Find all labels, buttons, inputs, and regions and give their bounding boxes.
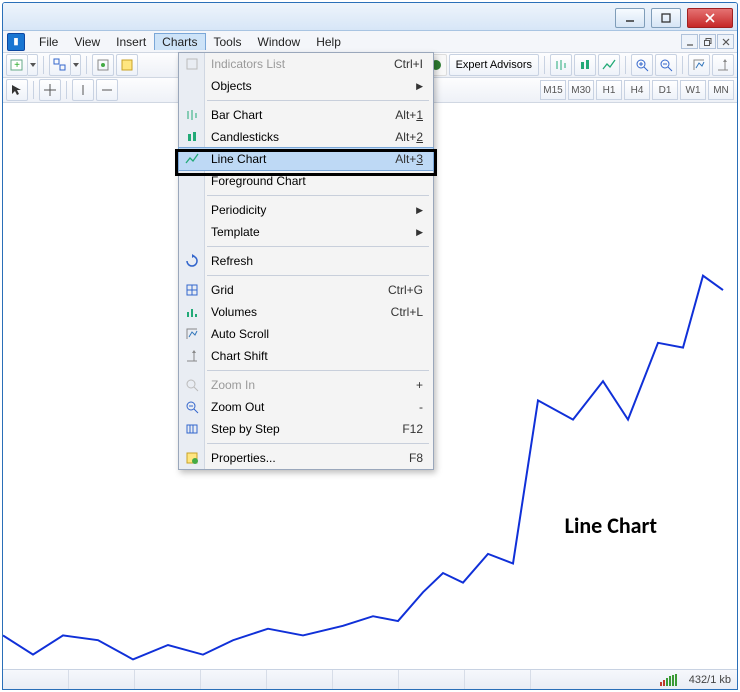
timeframe-h1[interactable]: H1 xyxy=(596,80,622,100)
mdi-close-button[interactable] xyxy=(717,34,734,49)
market-watch-button[interactable] xyxy=(92,54,114,76)
timeframe-w1[interactable]: W1 xyxy=(680,80,706,100)
menu-insert[interactable]: Insert xyxy=(108,33,154,51)
timeframe-h4[interactable]: H4 xyxy=(624,80,650,100)
zoom-out-icon xyxy=(183,398,201,416)
submenu-arrow-icon: ▶ xyxy=(416,205,423,216)
menu-line-chart[interactable]: Line Chart Alt+3 xyxy=(179,148,433,170)
menu-view[interactable]: View xyxy=(66,33,108,51)
navigator-button[interactable] xyxy=(116,54,138,76)
connection-bars-icon xyxy=(660,674,677,686)
volumes-icon xyxy=(183,303,201,321)
menu-volumes[interactable]: Volumes Ctrl+L xyxy=(179,301,433,323)
timeframe-mn[interactable]: MN xyxy=(708,80,734,100)
window-close-button[interactable] xyxy=(687,8,733,28)
svg-text:+: + xyxy=(14,60,20,71)
chart-annotation-label: Line Chart xyxy=(565,512,657,539)
bar-chart-icon xyxy=(183,106,201,124)
menu-step-by-step[interactable]: Step by Step F12 xyxy=(179,418,433,440)
profiles-dropdown[interactable] xyxy=(71,54,81,76)
menu-properties[interactable]: Properties... F8 xyxy=(179,447,433,469)
chart-shift-button[interactable] xyxy=(712,54,734,76)
menu-template[interactable]: Template ▶ xyxy=(179,221,433,243)
line-chart-icon xyxy=(183,150,201,168)
menu-foreground-chart[interactable]: Foreground Chart xyxy=(179,170,433,192)
timeframe-d1[interactable]: D1 xyxy=(652,80,678,100)
properties-icon xyxy=(183,449,201,467)
menubar: ▮ File View Insert Charts Tools Window H… xyxy=(3,31,737,53)
horizontal-line-button[interactable] xyxy=(96,79,118,101)
menu-indicators-list[interactable]: Indicators List Ctrl+I xyxy=(179,53,433,75)
menu-auto-scroll[interactable]: Auto Scroll xyxy=(179,323,433,345)
app-icon: ▮ xyxy=(7,33,25,51)
menu-periodicity[interactable]: Periodicity ▶ xyxy=(179,199,433,221)
menu-tools[interactable]: Tools xyxy=(206,33,250,51)
new-chart-button[interactable]: + xyxy=(6,54,28,76)
menu-chart-shift[interactable]: Chart Shift xyxy=(179,345,433,367)
submenu-arrow-icon: ▶ xyxy=(416,81,423,92)
menu-charts[interactable]: Charts xyxy=(154,33,205,50)
candlesticks-icon xyxy=(183,128,201,146)
mdi-minimize-button[interactable] xyxy=(681,34,698,49)
refresh-icon xyxy=(183,252,201,270)
new-chart-dropdown[interactable] xyxy=(28,54,38,76)
indicators-icon xyxy=(183,55,201,73)
menu-zoom-in[interactable]: Zoom In + xyxy=(179,374,433,396)
menu-window[interactable]: Window xyxy=(250,33,309,51)
menu-objects[interactable]: Objects ▶ xyxy=(179,75,433,97)
zoom-in-button[interactable] xyxy=(631,54,653,76)
mdi-restore-button[interactable] xyxy=(699,34,716,49)
menu-zoom-out[interactable]: Zoom Out - xyxy=(179,396,433,418)
charts-menu-dropdown: Indicators List Ctrl+I Objects ▶ Bar Cha… xyxy=(178,52,434,470)
expert-advisors-button[interactable]: Expert Advisors xyxy=(449,54,539,76)
auto-scroll-button[interactable] xyxy=(688,54,710,76)
cursor-tool-button[interactable] xyxy=(6,79,28,101)
status-kb: 432/1 kb xyxy=(689,674,731,686)
candle-chart-button[interactable] xyxy=(574,54,596,76)
timeframe-m15[interactable]: M15 xyxy=(540,80,566,100)
zoom-out-button[interactable] xyxy=(655,54,677,76)
menu-candlesticks[interactable]: Candlesticks Alt+2 xyxy=(179,126,433,148)
menu-file[interactable]: File xyxy=(31,33,66,51)
crosshair-tool-button[interactable] xyxy=(39,79,61,101)
titlebar xyxy=(3,3,737,31)
step-icon xyxy=(183,420,201,438)
vertical-line-button[interactable] xyxy=(72,79,94,101)
menu-help[interactable]: Help xyxy=(308,33,349,51)
chart-shift-icon xyxy=(183,347,201,365)
window-minimize-button[interactable] xyxy=(615,8,645,28)
expert-advisors-label: Expert Advisors xyxy=(456,59,532,71)
line-chart-button[interactable] xyxy=(598,54,620,76)
menu-grid[interactable]: Grid Ctrl+G xyxy=(179,279,433,301)
statusbar: 432/1 kb xyxy=(3,669,737,689)
window-maximize-button[interactable] xyxy=(651,8,681,28)
zoom-in-icon xyxy=(183,376,201,394)
menu-refresh[interactable]: Refresh xyxy=(179,250,433,272)
timeframe-m30[interactable]: M30 xyxy=(568,80,594,100)
auto-scroll-icon xyxy=(183,325,201,343)
grid-icon xyxy=(183,281,201,299)
bar-chart-button[interactable] xyxy=(550,54,572,76)
submenu-arrow-icon: ▶ xyxy=(416,227,423,238)
menu-bar-chart[interactable]: Bar Chart Alt+1 xyxy=(179,104,433,126)
profiles-button[interactable] xyxy=(49,54,71,76)
